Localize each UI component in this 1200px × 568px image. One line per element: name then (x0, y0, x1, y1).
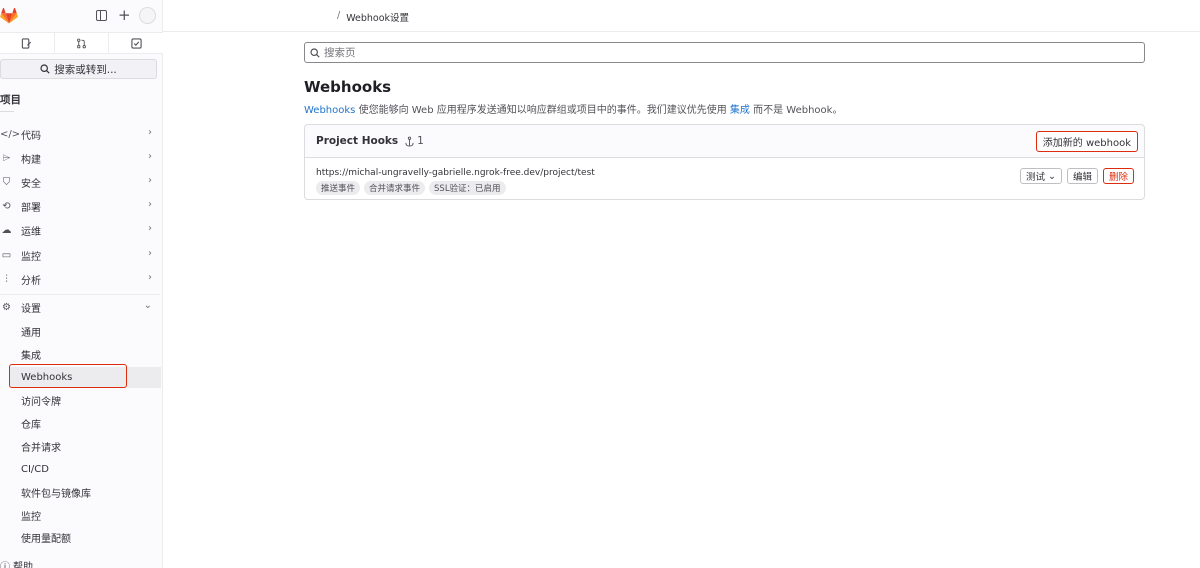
rocket-icon: ⌲ (2, 152, 11, 164)
page-title: Webhooks (304, 78, 392, 96)
cloud-icon: ☁ (1, 224, 12, 236)
sidebar-item-label: 运维 (21, 226, 41, 238)
help-label: 帮助 (13, 562, 33, 568)
anchor-icon (405, 136, 414, 147)
sidebar-search-label: 搜索或转到... (54, 63, 117, 76)
card-header: Project Hooks 1 添加新的 webhook (305, 125, 1144, 158)
hook-count: 1 (404, 135, 424, 147)
chevron-down-icon: ⌄ (143, 300, 152, 311)
gear-icon: ⚙ (2, 301, 11, 313)
sidebar-toggle-icon[interactable] (96, 10, 107, 21)
code-icon: </> (0, 128, 21, 140)
breadcrumb: / Webhook设置 (337, 10, 409, 24)
avatar[interactable] (139, 7, 156, 24)
sidebar: + 搜索或转到... 项目 </> 代码 › ⌲ 构建 › ⛉ 安全 › ⟲ 部… (0, 0, 164, 568)
project-hooks-card: Project Hooks 1 添加新的 webhook https://mic… (304, 124, 1145, 200)
page-search-input[interactable]: 搜索页 (304, 42, 1145, 63)
chevron-right-icon: › (148, 223, 152, 234)
todo-icon (131, 37, 142, 49)
sidebar-item-label: 构建 (21, 154, 41, 166)
divider (0, 111, 14, 112)
divider (0, 294, 160, 295)
todos-button[interactable] (109, 32, 164, 54)
help-button[interactable]: ⓘ 帮助 (0, 558, 33, 568)
webhooks-doc-link[interactable]: Webhooks (304, 105, 355, 116)
issues-button[interactable] (0, 32, 55, 54)
sidebar-item-label: 代码 (21, 130, 41, 142)
highlight-box (9, 364, 127, 388)
chart-icon: ⫶ (5, 273, 8, 285)
shield-icon: ⛉ (2, 176, 11, 188)
breadcrumb-current[interactable]: Webhook设置 (346, 10, 409, 24)
chevron-right-icon: › (148, 127, 152, 138)
breadcrumb-separator: / (337, 10, 341, 21)
merge-requests-button[interactable] (54, 32, 110, 54)
search-icon (40, 64, 50, 74)
sidebar-item-label: 监控 (21, 251, 41, 263)
sidebar-item-label: 分析 (21, 275, 41, 287)
plus-icon[interactable]: + (118, 8, 131, 23)
gitlab-logo-icon[interactable] (0, 8, 18, 24)
test-dropdown-button[interactable]: 测试 ⌄ (1019, 168, 1062, 184)
sidebar-item-label: 安全 (21, 178, 41, 190)
sidebar-item-label: 部署 (21, 202, 41, 214)
hook-tags: 推送事件 合并请求事件 SSL验证：已启用 (316, 181, 506, 195)
sidebar-item-code[interactable]: </> 代码 › (0, 124, 160, 144)
sidebar-item-analyze[interactable]: ⫶ 分析 › (0, 269, 160, 289)
sidebar-subitem-general[interactable]: 通用 (21, 322, 41, 340)
page-description: Webhooks 使您能够向 Web 应用程序发送通知以响应群组或项目中的事件。… (304, 101, 842, 116)
monitor-icon: ▭ (1, 249, 12, 261)
sidebar-item-build[interactable]: ⌲ 构建 › (0, 148, 160, 168)
sidebar-subitem-integrations[interactable]: 集成 (21, 345, 41, 363)
test-button-label: 测试 (1025, 172, 1045, 183)
search-icon (310, 47, 320, 58)
chevron-right-icon: › (148, 248, 152, 259)
help-icon: ⓘ (0, 562, 10, 568)
hook-count-value: 1 (417, 135, 424, 147)
sidebar-subitem-packages[interactable]: 软件包与镜像库 (21, 483, 91, 501)
delete-button[interactable]: 删除 (1102, 168, 1134, 184)
top-header: / Webhook设置 (163, 0, 1200, 32)
sidebar-subitem-monitor[interactable]: 监控 (21, 506, 41, 524)
issues-icon (22, 37, 32, 49)
tag-ssl-verification: SSL验证：已启用 (429, 181, 506, 195)
sidebar-item-label: 设置 (21, 303, 41, 315)
description-text: 而不是 Webhook。 (749, 105, 843, 116)
tag-push-events: 推送事件 (316, 181, 361, 195)
sidebar-project-heading: 项目 (0, 94, 21, 106)
search-placeholder: 搜索页 (324, 47, 356, 59)
chevron-right-icon: › (148, 175, 152, 186)
sidebar-item-operate[interactable]: ☁ 运维 › (0, 220, 160, 240)
chevron-right-icon: › (148, 272, 152, 283)
sidebar-search-button[interactable]: 搜索或转到... (0, 59, 157, 79)
tag-merge-request-events: 合并请求事件 (364, 181, 426, 195)
sidebar-subitem-usage-quotas[interactable]: 使用量配额 (21, 528, 71, 546)
sidebar-subitem-access-tokens[interactable]: 访问令牌 (21, 391, 61, 409)
sidebar-item-monitor[interactable]: ▭ 监控 › (0, 245, 160, 265)
sidebar-subitem-cicd[interactable]: CI/CD (21, 460, 49, 478)
sidebar-subitem-repository[interactable]: 仓库 (21, 414, 41, 432)
card-title: Project Hooks 1 (316, 135, 424, 147)
deploy-icon: ⟲ (2, 200, 11, 212)
sidebar-item-deploy[interactable]: ⟲ 部署 › (0, 196, 160, 216)
integrations-link[interactable]: 集成 (730, 105, 750, 116)
sidebar-item-security[interactable]: ⛉ 安全 › (0, 172, 160, 192)
card-title-text: Project Hooks (316, 135, 399, 147)
hook-actions: 测试 ⌄ 编辑 删除 (1019, 168, 1134, 184)
sidebar-top: + (0, 0, 162, 32)
hook-url: https://michal-ungravelly-gabrielle.ngro… (316, 168, 595, 178)
add-webhook-button[interactable]: 添加新的 webhook (1035, 131, 1138, 152)
edit-button[interactable]: 编辑 (1066, 168, 1098, 184)
sidebar-counts (0, 32, 164, 54)
sidebar-item-settings[interactable]: ⚙ 设置 ⌄ (0, 297, 160, 317)
chevron-right-icon: › (148, 151, 152, 162)
chevron-right-icon: › (148, 199, 152, 210)
description-text: 使您能够向 Web 应用程序发送通知以响应群组或项目中的事件。我们建议优先使用 (355, 105, 730, 116)
sidebar-subitem-merge-requests[interactable]: 合并请求 (21, 437, 61, 455)
chevron-down-icon: ⌄ (1048, 170, 1056, 182)
merge-request-icon (77, 38, 86, 48)
